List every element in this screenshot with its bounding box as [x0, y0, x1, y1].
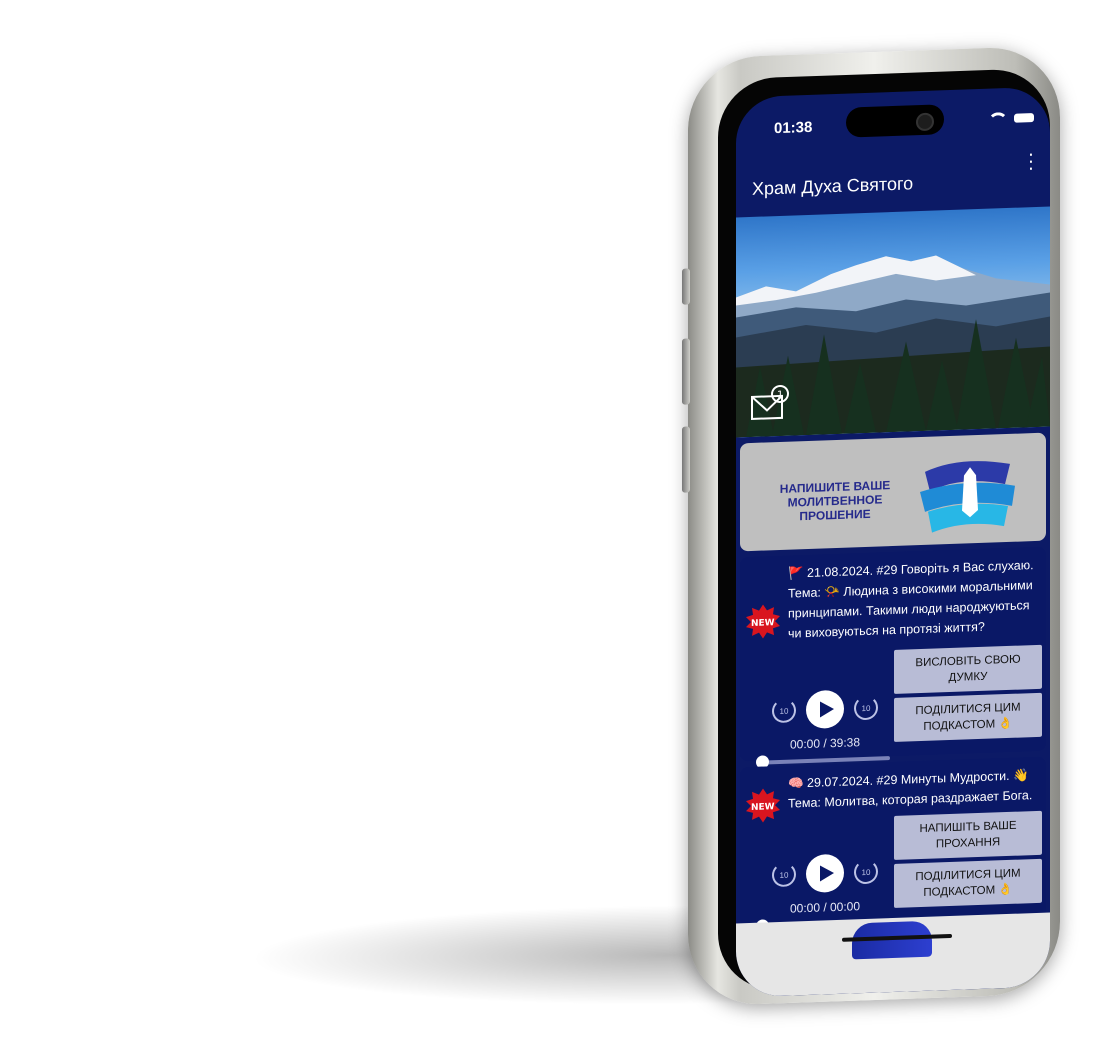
- status-bar: 01:38: [736, 87, 1050, 158]
- praying-hands-icon: [920, 461, 1015, 533]
- forward-10-icon[interactable]: 10: [854, 695, 878, 721]
- bottom-area: [736, 912, 1050, 998]
- podcast-description: 🚩 21.08.2024. #29 Говоріть я Вас слухаю.…: [788, 558, 1034, 641]
- prayer-request-banner[interactable]: НАПИШИТЕ ВАШЕ МОЛИТВЕННОЕ ПРОШЕНИЕ: [740, 432, 1046, 552]
- svg-text:NEW: NEW: [751, 802, 775, 813]
- play-button[interactable]: [806, 853, 844, 894]
- podcast-actions: НАПИШІТЬ ВАШЕ ПРОХАННЯ ПОДІЛИТИСЯ ЦИМ ПО…: [894, 810, 1042, 908]
- app-title: Храм Духа Святого: [752, 173, 914, 199]
- hero-image: 1: [736, 206, 1050, 438]
- podcast-description: 🧠 29.07.2024. #29 Минуты Мудрости. 👋 Тем…: [788, 768, 1033, 811]
- forward-10-icon[interactable]: 10: [854, 859, 878, 885]
- app-screen: 01:38 Храм Духа Святого · · · 1 НАПИШИТЕ…: [736, 86, 1050, 998]
- battery-icon: [1014, 113, 1034, 123]
- action-button: [682, 268, 690, 305]
- more-vert-icon[interactable]: · · ·: [1026, 143, 1036, 179]
- share-opinion-button[interactable]: ВИСЛОВІТЬ СВОЮ ДУМКУ: [894, 644, 1042, 694]
- podcast-actions: ВИСЛОВІТЬ СВОЮ ДУМКУ ПОДІЛИТИСЯ ЦИМ ПОДК…: [894, 644, 1042, 742]
- playback-time: 00:00 / 00:00: [789, 899, 861, 916]
- podcast-card: NEW 🚩 21.08.2024. #29 Говоріть я Вас слу…: [740, 546, 1046, 769]
- share-podcast-button[interactable]: ПОДІЛИТИСЯ ЦИМ ПОДКАСТОМ 👌: [894, 692, 1042, 742]
- rewind-10-icon[interactable]: 10: [772, 698, 796, 724]
- playback-time: 00:00 / 39:38: [789, 735, 861, 752]
- podcast-card: NEW 🧠 29.07.2024. #29 Минуты Мудрости. 👋…: [740, 756, 1046, 933]
- volume-down-button: [682, 426, 690, 493]
- share-podcast-button[interactable]: ПОДІЛИТИСЯ ЦИМ ПОДКАСТОМ 👌: [894, 858, 1042, 908]
- volume-up-button: [682, 338, 690, 405]
- audio-player: 10 10 00:00 / 39:38: [756, 688, 890, 769]
- play-button[interactable]: [806, 689, 844, 730]
- dynamic-island: [846, 104, 944, 138]
- mail-badge: 1: [777, 390, 783, 401]
- new-badge-icon: NEW: [746, 604, 780, 639]
- status-icons: [988, 111, 1034, 126]
- wifi-icon: [988, 111, 1008, 126]
- svg-text:NEW: NEW: [751, 618, 775, 629]
- prayer-banner-text: НАПИШИТЕ ВАШЕ МОЛИТВЕННОЕ ПРОШЕНИЕ: [779, 478, 891, 524]
- status-time: 01:38: [774, 118, 813, 138]
- write-request-button[interactable]: НАПИШІТЬ ВАШЕ ПРОХАННЯ: [894, 810, 1042, 860]
- camera-icon: [916, 112, 934, 132]
- new-badge-icon: NEW: [746, 788, 780, 823]
- app-bar: Храм Духа Святого · · ·: [736, 143, 1050, 218]
- audio-player: 10 10 00:00 / 00:00: [756, 852, 890, 933]
- rewind-10-icon[interactable]: 10: [772, 862, 796, 888]
